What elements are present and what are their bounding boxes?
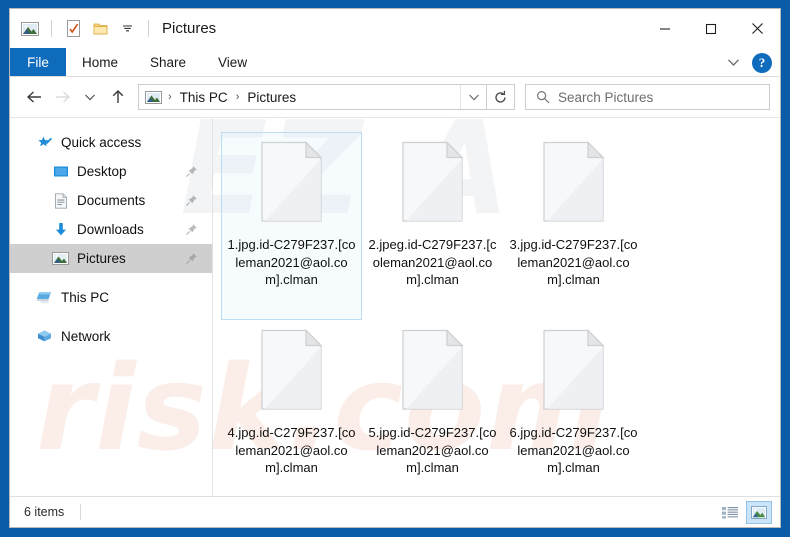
status-bar: 6 items	[10, 496, 780, 527]
sidebar-item-desktop[interactable]: Desktop	[10, 157, 212, 186]
network-icon	[36, 328, 53, 345]
tab-home[interactable]: Home	[66, 48, 134, 76]
blank-file-icon	[541, 141, 607, 224]
file-name: 1.jpg.id-C279F237.[coleman2021@aol.com].…	[227, 237, 356, 287]
breadcrumb-separator-0: ›	[168, 91, 172, 103]
tab-file[interactable]: File	[10, 48, 66, 76]
minimize-icon[interactable]	[642, 9, 688, 48]
blank-file-icon	[259, 329, 325, 412]
pin-icon[interactable]	[185, 252, 198, 265]
file-name: 4.jpg.id-C279F237.[coleman2021@aol.com].…	[227, 425, 356, 475]
item-count-label: 6 items	[24, 505, 65, 519]
sidebar-label-quick-access: Quick access	[61, 135, 142, 150]
view-mode-buttons	[717, 500, 772, 524]
pictures-icon	[52, 250, 69, 267]
blank-file-icon	[259, 141, 325, 224]
file-list-pane[interactable]: 1.jpg.id-C279F237.[coleman2021@aol.com].…	[213, 118, 780, 496]
window-controls	[642, 9, 780, 48]
sidebar-label-pictures: Pictures	[77, 251, 126, 266]
file-name: 6.jpg.id-C279F237.[coleman2021@aol.com].…	[509, 425, 638, 475]
address-toolbar: › This PC › Pictures	[10, 77, 780, 117]
sidebar-label-network: Network	[61, 329, 111, 344]
sidebar-item-pictures[interactable]: Pictures	[10, 244, 212, 273]
pictures-folder-icon[interactable]	[20, 19, 40, 39]
file-item[interactable]: 2.jpeg.id-C279F237.[coleman2021@aol.com]…	[362, 132, 503, 320]
sidebar-label-desktop: Desktop	[77, 164, 127, 179]
refresh-icon[interactable]	[487, 84, 515, 110]
search-box[interactable]	[525, 84, 770, 110]
file-item[interactable]: 1.jpg.id-C279F237.[coleman2021@aol.com].…	[221, 132, 362, 320]
customize-dropdown-icon[interactable]	[117, 19, 137, 39]
tab-view[interactable]: View	[202, 48, 263, 76]
sidebar-item-documents[interactable]: Documents	[10, 186, 212, 215]
address-dropdown-icon[interactable]	[460, 85, 486, 109]
breadcrumb-separator-1: ›	[235, 91, 240, 103]
close-icon[interactable]	[734, 9, 780, 48]
sidebar-item-network[interactable]: Network	[10, 322, 212, 351]
this-pc-icon	[36, 289, 53, 306]
search-input[interactable]	[558, 89, 748, 105]
ribbon-tab-bar: File Home Share View ?	[10, 48, 780, 77]
search-icon	[536, 90, 550, 104]
quick-access-toolbar	[10, 19, 153, 39]
ribbon-right-controls: ?	[722, 48, 772, 77]
breadcrumb-item-this-pc[interactable]: This PC	[176, 88, 232, 107]
downloads-icon	[52, 221, 69, 238]
file-grid: 1.jpg.id-C279F237.[coleman2021@aol.com].…	[221, 132, 780, 496]
blank-file-icon	[400, 329, 466, 412]
pin-icon[interactable]	[185, 223, 198, 236]
file-name: 5.jpg.id-C279F237.[coleman2021@aol.com].…	[368, 425, 497, 475]
sidebar-label-this-pc: This PC	[61, 290, 110, 305]
maximize-icon[interactable]	[688, 9, 734, 48]
sidebar-label-downloads: Downloads	[77, 222, 144, 237]
large-icons-view-icon[interactable]	[746, 500, 772, 524]
documents-icon	[52, 192, 69, 209]
breadcrumb-pictures-icon	[145, 90, 162, 104]
chevron-down-icon[interactable]	[722, 52, 744, 74]
pin-icon[interactable]	[185, 165, 198, 178]
pin-icon[interactable]	[185, 194, 198, 207]
navigation-pane: Quick access Desktop Documents Downloads…	[10, 118, 212, 496]
breadcrumb: › This PC › Pictures	[139, 88, 460, 107]
forward-button[interactable]	[48, 83, 76, 111]
file-name: 2.jpeg.id-C279F237.[coleman2021@aol.com]…	[368, 237, 497, 287]
recent-locations-button[interactable]	[76, 83, 104, 111]
desktop-background: EZ A risk.com Pictures File Home Share V…	[0, 0, 790, 537]
sidebar-label-documents: Documents	[77, 193, 146, 208]
blank-file-icon	[400, 141, 466, 224]
tab-share[interactable]: Share	[134, 48, 202, 76]
sidebar-gap-2	[10, 312, 212, 322]
sidebar-item-quick-access[interactable]: Quick access	[10, 128, 212, 157]
status-separator	[80, 504, 82, 520]
star-pin-icon	[36, 134, 53, 151]
desktop-icon	[52, 163, 69, 180]
blank-file-icon	[541, 329, 607, 412]
sidebar-item-this-pc[interactable]: This PC	[10, 283, 212, 312]
qat-separator-2	[148, 20, 149, 37]
sidebar-item-downloads[interactable]: Downloads	[10, 215, 212, 244]
up-button[interactable]	[104, 83, 132, 111]
properties-icon[interactable]	[63, 19, 83, 39]
details-view-icon[interactable]	[717, 501, 743, 524]
qat-separator-1	[51, 20, 52, 37]
file-explorer-window: EZ A risk.com Pictures File Home Share V…	[9, 8, 781, 528]
back-button[interactable]	[20, 83, 48, 111]
file-item[interactable]: 4.jpg.id-C279F237.[coleman2021@aol.com].…	[221, 320, 362, 496]
address-bar[interactable]: › This PC › Pictures	[138, 84, 487, 110]
file-item[interactable]: 3.jpg.id-C279F237.[coleman2021@aol.com].…	[503, 132, 644, 320]
file-name: 3.jpg.id-C279F237.[coleman2021@aol.com].…	[509, 237, 638, 287]
window-title: Pictures	[162, 20, 217, 37]
sidebar-gap-1	[10, 273, 212, 283]
explorer-body: Quick access Desktop Documents Downloads…	[10, 117, 780, 496]
help-button[interactable]: ?	[752, 52, 772, 73]
file-item[interactable]: 6.jpg.id-C279F237.[coleman2021@aol.com].…	[503, 320, 644, 496]
new-folder-icon[interactable]	[90, 19, 110, 39]
breadcrumb-item-pictures[interactable]: Pictures	[243, 88, 300, 107]
title-bar: Pictures	[10, 9, 780, 48]
file-item[interactable]: 5.jpg.id-C279F237.[coleman2021@aol.com].…	[362, 320, 503, 496]
